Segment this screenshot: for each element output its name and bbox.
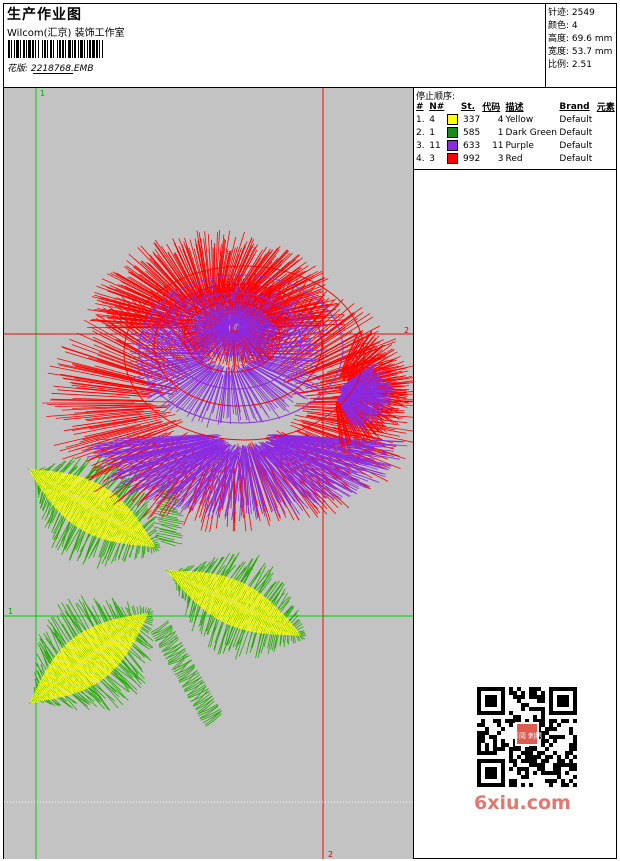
cell-brand: Default [559,127,593,138]
qr-badge: 订阅 刺绣 [512,731,542,740]
stat-stitches: 针迹: 2549 [548,8,595,18]
design-canvas: 1 2 1 2 [4,88,414,859]
cell-st: 992 [463,153,481,164]
sequence-table: # N# St. 代码 描述 Brand 元素 1. 4 337 4 Yellow Def… [415,100,617,165]
stat-width: 宽度: 53.7 mm [548,47,613,57]
stitch-layer [27,230,413,727]
cell-swatch [446,152,460,165]
stat-scale: 比例: 2.51 [548,60,592,70]
col-brand: Brand [559,101,590,112]
col-code: 代码 [482,103,501,113]
company-name: Wilcom(汇京) 装饰工作室 [7,28,125,39]
color-swatch [447,140,459,151]
col-needle: N# [429,101,445,112]
color-swatch [447,127,459,138]
col-hash: # [416,101,424,112]
sequence-row: 2. 1 585 1 Dark Green Default [415,126,617,139]
cell-brand: Default [559,153,593,164]
color-swatch [447,153,459,164]
stats-panel: 针迹: 2549 颜色: 4 高度: 69.6 mm 宽度: 53.7 mm 比… [546,3,617,88]
cell-idx: 2. [416,127,425,138]
cell-brand: Default [559,114,593,125]
col-element: 元素 [596,103,615,113]
cell-element [596,126,617,139]
qr-code: 订阅 刺绣 [470,680,584,794]
cell-swatch [446,139,460,152]
sequence-header-row: # N# St. 代码 描述 Brand 元素 [415,100,617,114]
col-desc: 描述 [505,103,524,113]
cell-st: 337 [463,114,481,125]
cell-code: 1 [497,127,504,138]
cell-swatch [446,126,460,139]
cell-num: 1 [429,127,435,138]
cell-desc: Dark Green [505,127,558,138]
cell-code: 4 [497,114,504,125]
cell-idx: 1. [416,114,425,125]
stat-height: 高度: 69.6 mm [548,34,613,44]
sequence-row: 4. 3 992 3 Red Default [415,152,617,165]
header-panel: 生产作业图 Wilcom(汇京) 装饰工作室 花版: 2218768.EMB [3,3,546,88]
sequence-row: 3. 11 633 11 Purple Default [415,139,617,152]
cell-num: 3 [429,153,435,164]
cell-idx: 3. [416,140,425,151]
design-underline [33,73,73,74]
cell-code: 3 [497,153,504,164]
stop-sequence-panel: 停止顺序: # N# St. 代码 描述 Brand 元素 1. 4 337 4 Yel… [414,88,617,170]
cell-element [596,139,617,152]
cell-num: 11 [429,140,441,151]
cell-code: 11 [492,140,504,151]
cell-num: 4 [429,114,435,125]
embroidery-artwork: 1 2 1 2 [4,88,413,859]
guide-label-left: 1 [8,607,13,616]
guide-label-bottom: 2 [328,850,333,859]
cell-desc: Yellow [505,114,534,125]
qr-code-graphic: 订阅 刺绣 [477,687,577,787]
watermark-text: 6xiu.com [474,792,571,814]
cell-swatch [446,113,460,126]
cell-st: 585 [463,127,481,138]
sequence-row: 1. 4 337 4 Yellow Default [415,113,617,126]
guide-label-top: 1 [40,89,45,98]
page-title: 生产作业图 [7,7,82,23]
stat-colors: 颜色: 4 [548,21,578,31]
cell-element [596,152,617,165]
design-label: 花版: [7,64,29,74]
guide-label-right: 2 [404,326,409,335]
cell-st: 633 [463,140,481,151]
cell-brand: Default [559,140,593,151]
cell-desc: Red [505,153,523,164]
cell-desc: Purple [505,140,534,151]
cell-element [596,113,617,126]
barcode [8,40,144,58]
col-stitches: St. [460,101,476,112]
cell-idx: 4. [416,153,425,164]
color-swatch [447,114,459,125]
